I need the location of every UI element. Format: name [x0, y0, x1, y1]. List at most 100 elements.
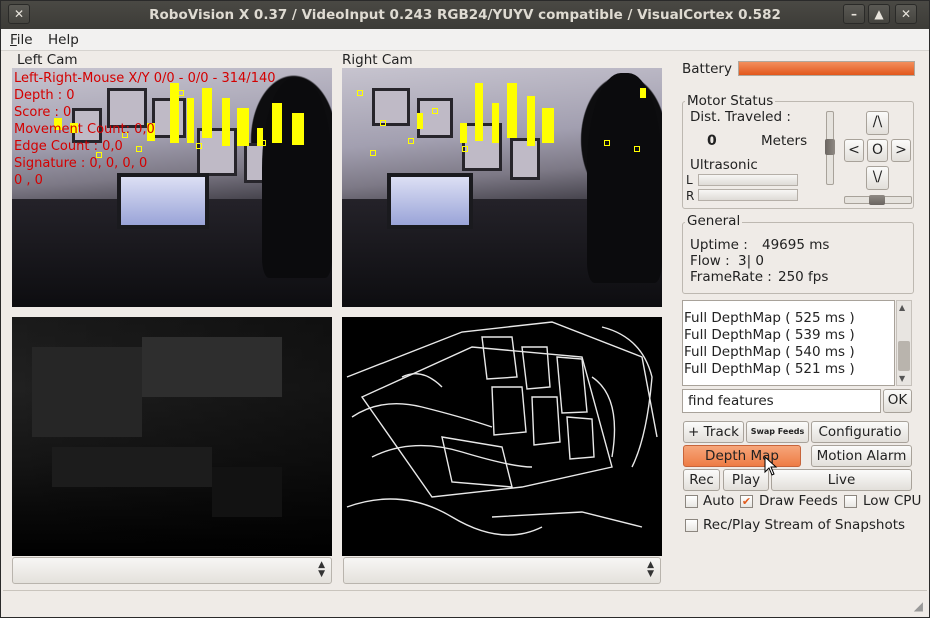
- dist-unit: Meters: [761, 133, 808, 149]
- list-item[interactable]: Full DepthMap ( 540 ms ): [683, 344, 894, 361]
- chevron-updown-icon: ▲ ▼: [647, 560, 654, 579]
- turn-right-button[interactable]: >: [891, 139, 911, 162]
- right-cam-label: Right Cam: [342, 52, 413, 68]
- battery-label: Battery: [682, 61, 732, 77]
- menu-help[interactable]: Help: [48, 32, 79, 48]
- ultrasonic-left-bar: [698, 174, 798, 186]
- scroll-down-icon[interactable]: ▼: [899, 374, 905, 383]
- move-forward-button[interactable]: /\: [866, 111, 889, 135]
- feature-point: [507, 83, 517, 138]
- overlay-line: Signature : 0, 0, 0, 0: [14, 156, 148, 171]
- left-feed-select[interactable]: ▲ ▼: [12, 557, 332, 584]
- command-input[interactable]: find features: [682, 389, 881, 413]
- overlay-line: Score : 0: [14, 105, 72, 120]
- left-cam-feed[interactable]: Left-Right-Mouse X/Y 0/0 - 0/0 - 314/140…: [12, 68, 332, 307]
- feature-box: [408, 138, 414, 144]
- menu-file-accel: F: [10, 32, 17, 48]
- list-item[interactable]: Full DepthMap ( 521 ms ): [683, 361, 894, 378]
- menu-file-label: ile: [16, 32, 33, 48]
- steer-slider-handle[interactable]: [869, 195, 885, 205]
- swap-feeds-button[interactable]: Swap Feeds: [746, 421, 809, 443]
- live-button[interactable]: Live: [771, 469, 912, 491]
- menu-file[interactable]: File: [10, 32, 33, 48]
- depth-map-button[interactable]: Depth Map: [683, 445, 801, 467]
- flow-label: Flow :: [690, 253, 730, 269]
- auto-checkbox[interactable]: [685, 495, 698, 508]
- maximize-button[interactable]: ▲: [868, 4, 890, 24]
- feature-box: [380, 120, 386, 126]
- depth-block: [142, 337, 282, 397]
- wall-frame: [510, 138, 540, 180]
- ultrasonic-left-label: L: [686, 173, 693, 187]
- feature-point: [417, 113, 423, 129]
- mouse-cursor-icon: [764, 456, 778, 476]
- depth-map-feed[interactable]: [12, 317, 332, 556]
- app-window: ✕ RoboVision X 0.37 / VideoInput 0.243 R…: [0, 0, 930, 618]
- draw-feeds-label: Draw Feeds: [759, 493, 838, 509]
- feature-box: [357, 90, 363, 96]
- motion-alarm-button[interactable]: Motion Alarm: [811, 445, 912, 467]
- edge-feed[interactable]: [342, 317, 662, 556]
- battery-fill: [739, 62, 914, 75]
- rec-play-stream-checkbox[interactable]: [685, 519, 698, 532]
- feature-box: [634, 146, 640, 152]
- log-list[interactable]: Full DepthMap ( 525 ms ) Full DepthMap (…: [682, 300, 895, 386]
- uptime-value: 49695 ms: [762, 237, 830, 253]
- ultrasonic-right-bar: [698, 189, 798, 201]
- depth-block: [32, 347, 142, 437]
- framerate-label: FrameRate :: [690, 269, 772, 285]
- rec-play-stream-label: Rec/Play Stream of Snapshots: [703, 517, 906, 533]
- feature-box: [432, 108, 438, 114]
- feature-point: [542, 108, 554, 143]
- right-feed-select[interactable]: ▲ ▼: [343, 557, 661, 584]
- list-item[interactable]: Full DepthMap ( 539 ms ): [683, 327, 894, 344]
- uptime-label: Uptime :: [690, 237, 748, 253]
- draw-feeds-checkbox[interactable]: ✔: [740, 495, 753, 508]
- play-button[interactable]: Play: [723, 469, 769, 491]
- rec-button[interactable]: Rec: [683, 469, 720, 491]
- close-window-button[interactable]: ✕: [895, 4, 917, 24]
- low-cpu-checkbox[interactable]: [844, 495, 857, 508]
- list-item[interactable]: Full DepthMap ( 525 ms ): [683, 310, 894, 327]
- minimize-button[interactable]: –: [843, 4, 865, 24]
- move-backward-button[interactable]: \/: [866, 166, 889, 190]
- scrollbar-thumb[interactable]: [898, 341, 910, 371]
- title-bar: ✕ RoboVision X 0.37 / VideoInput 0.243 R…: [1, 1, 929, 29]
- left-cam-overlay: Left-Right-Mouse X/Y 0/0 - 0/0 - 314/140…: [14, 70, 276, 189]
- window-title: RoboVision X 0.37 / VideoInput 0.243 RGB…: [149, 7, 781, 23]
- menu-bar: File Help: [1, 29, 929, 51]
- depth-block: [52, 447, 212, 487]
- low-cpu-label: Low CPU: [863, 493, 922, 509]
- general-title: General: [685, 213, 743, 229]
- chevron-updown-icon: ▲ ▼: [318, 560, 325, 579]
- battery-bar: [738, 61, 915, 76]
- overlay-line: Edge Count : 0,0: [14, 139, 123, 154]
- motor-status-title: Motor Status: [685, 93, 776, 109]
- ultrasonic-label: Ultrasonic: [690, 157, 758, 173]
- scroll-up-icon[interactable]: ▲: [899, 303, 905, 312]
- feature-point: [527, 96, 535, 146]
- resize-grip-icon[interactable]: ◢: [914, 599, 923, 613]
- ultrasonic-right-label: R: [686, 189, 695, 203]
- flow-value: 3| 0: [738, 253, 765, 269]
- configuration-button[interactable]: Configuratio: [811, 421, 909, 443]
- right-cam-feed[interactable]: [342, 68, 662, 307]
- auto-label: Auto: [703, 493, 735, 509]
- feature-point: [475, 83, 483, 141]
- feature-box: [462, 146, 468, 152]
- stop-button[interactable]: O: [867, 139, 888, 162]
- track-button[interactable]: + Track: [683, 421, 744, 443]
- overlay-line: Movement Count: 0,0: [14, 122, 155, 137]
- log-scrollbar[interactable]: ▲ ▼: [896, 300, 912, 386]
- wall-frame: [372, 88, 410, 126]
- dist-traveled-label: Dist. Traveled :: [690, 109, 791, 125]
- ok-button[interactable]: OK: [883, 389, 912, 413]
- list-item-partial: [683, 301, 894, 310]
- overlay-line: Depth : 0: [14, 88, 75, 103]
- feature-box: [604, 140, 610, 146]
- framerate-value: 250 fps: [778, 269, 829, 285]
- speed-slider-handle[interactable]: [825, 139, 835, 155]
- feature-point: [640, 88, 646, 98]
- turn-left-button[interactable]: <: [844, 139, 864, 162]
- feature-box: [370, 150, 376, 156]
